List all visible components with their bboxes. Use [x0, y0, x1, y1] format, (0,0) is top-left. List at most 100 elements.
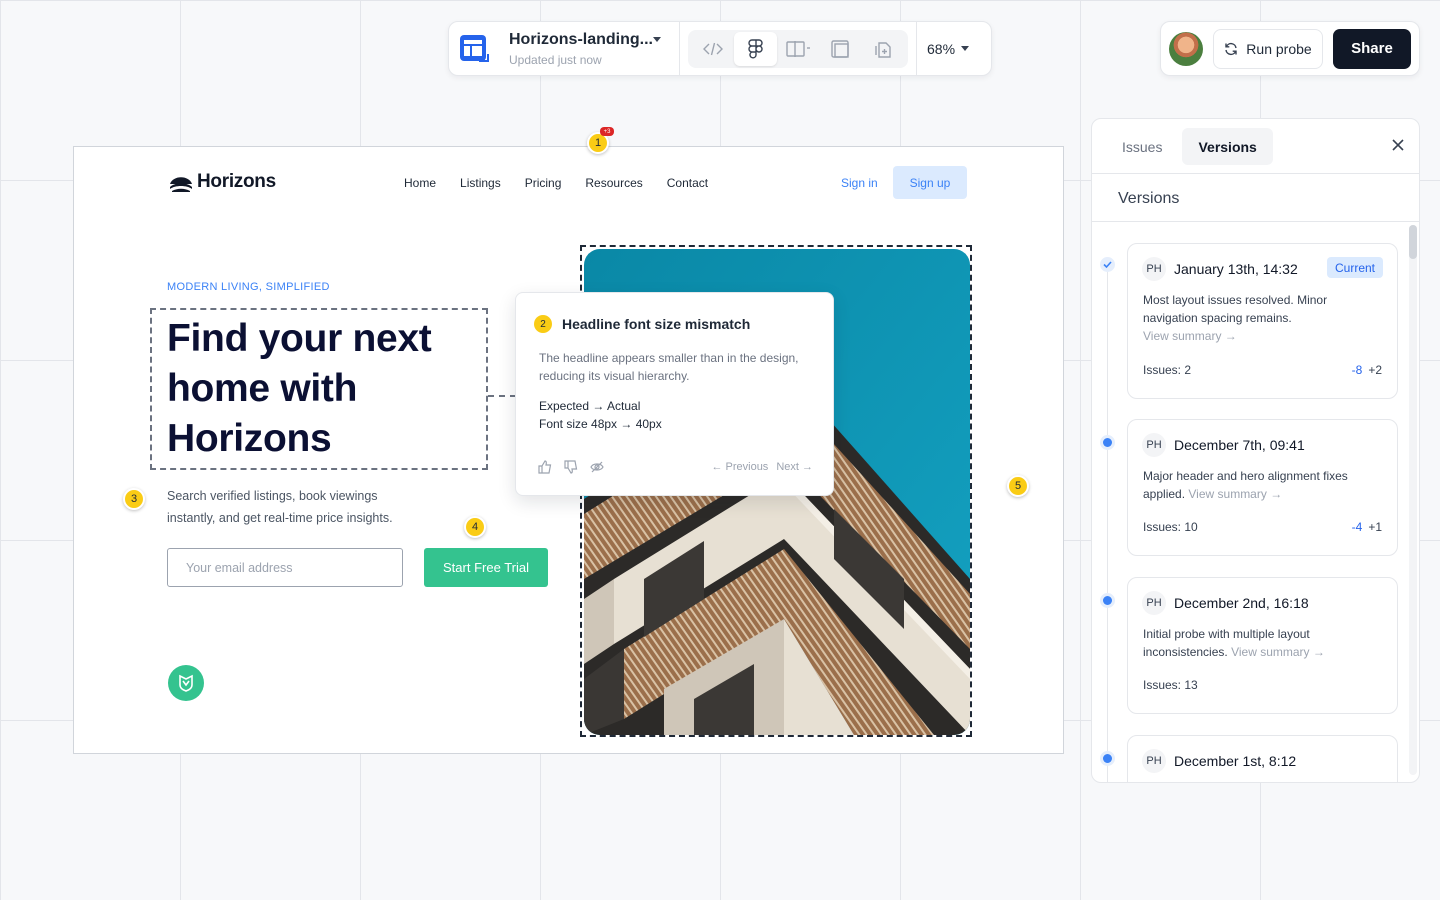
author-initials: PH — [1142, 433, 1166, 457]
site-logo-text: Horizons — [197, 171, 276, 192]
issue-marker-3[interactable]: 3 — [123, 488, 145, 510]
divider — [1092, 173, 1419, 174]
view-summary-link[interactable]: View summary → — [1143, 329, 1237, 343]
tab-issues[interactable]: Issues — [1106, 128, 1178, 165]
figma-view-button[interactable] — [734, 31, 777, 66]
app-logo-icon — [459, 34, 489, 64]
timeline-dot — [1100, 751, 1115, 766]
author-initials: PH — [1142, 257, 1166, 281]
code-view-button[interactable] — [692, 32, 734, 66]
issue-connector — [488, 395, 516, 397]
view-mode-switcher — [688, 29, 908, 68]
view-summary-link[interactable]: View summary → — [1231, 645, 1325, 659]
version-description: Most layout issues resolved. Minor navig… — [1143, 293, 1328, 325]
version-card[interactable]: PH December 7th, 09:41 Major header and … — [1127, 419, 1398, 556]
shield-check-icon — [179, 674, 193, 692]
nav-resources[interactable]: Resources — [585, 176, 642, 190]
site-nav: Home Listings Pricing Resources Contact — [404, 176, 708, 190]
overlay-view-button[interactable] — [819, 32, 861, 66]
issue-description: The headline appears smaller than in the… — [539, 351, 799, 383]
current-badge: Current — [1326, 257, 1383, 278]
issues-added: +1 — [1368, 520, 1382, 534]
hero-eyebrow: MODERN LIVING, SIMPLIFIED — [167, 281, 330, 293]
issues-resolved: -4 — [1351, 520, 1363, 534]
avatar[interactable] — [1169, 31, 1203, 66]
versions-panel: Issues Versions Versions PH January 13th… — [1091, 118, 1420, 783]
thumbs-down-icon[interactable] — [564, 460, 578, 474]
sign-up-button[interactable]: Sign up — [893, 166, 967, 199]
issue-title: Headline font size mismatch — [562, 316, 751, 332]
issue-count: Issues: 2 — [1143, 363, 1192, 377]
issues-added: +2 — [1368, 363, 1382, 377]
timeline-dot — [1100, 593, 1115, 608]
version-card[interactable]: PH December 2nd, 16:18 Initial probe wit… — [1127, 577, 1398, 714]
chevron-down-icon[interactable] — [653, 37, 661, 42]
version-date: January 13th, 14:32 — [1174, 261, 1298, 277]
split-view-button[interactable] — [777, 32, 819, 66]
nav-pricing[interactable]: Pricing — [525, 176, 562, 190]
share-button[interactable]: Share — [1333, 28, 1411, 69]
version-date: December 1st, 8:12 — [1174, 753, 1297, 769]
scrollbar[interactable] — [1409, 225, 1417, 775]
next-issue-link[interactable]: Next → — [776, 461, 813, 473]
current-version-check-icon — [1100, 257, 1115, 272]
issue-popover: 2 Headline font size mismatch The headli… — [515, 292, 834, 496]
file-info: Horizons-landing... Updated just now — [509, 31, 661, 67]
split-view-icon — [786, 40, 811, 57]
tab-versions[interactable]: Versions — [1182, 128, 1273, 165]
hero-subtext: Search verified listings, book viewings … — [167, 489, 393, 525]
popover-footer: ← Previous Next → — [538, 460, 813, 474]
refresh-icon — [1225, 42, 1237, 55]
figma-icon — [747, 38, 763, 59]
comparison-label: Expected → Actual — [539, 399, 641, 413]
thumbs-up-icon[interactable] — [538, 460, 552, 474]
issue-marker-5[interactable]: 5 — [1007, 475, 1029, 497]
sign-in-link[interactable]: Sign in — [841, 176, 878, 190]
author-initials: PH — [1142, 749, 1166, 773]
previous-issue-link[interactable]: ← Previous — [711, 461, 768, 473]
run-probe-label: Run probe — [1246, 40, 1312, 57]
issue-marker-4[interactable]: 4 — [464, 516, 486, 538]
chevron-down-icon — [961, 46, 970, 51]
hero-headline: Find your next home with Horizons — [167, 317, 432, 460]
bookmark-badge[interactable] — [168, 665, 204, 701]
code-icon — [703, 42, 724, 55]
view-summary-link[interactable]: View summary → — [1188, 487, 1282, 501]
divider — [679, 21, 680, 76]
comparison-value: Font size 48px → 40px — [539, 417, 662, 431]
scrollbar-thumb[interactable] — [1409, 225, 1417, 259]
timeline-dot — [1100, 435, 1115, 450]
horizons-logo-icon — [170, 177, 192, 192]
run-probe-button[interactable]: Run probe — [1213, 28, 1323, 69]
panel-tabs: Issues Versions — [1106, 128, 1273, 165]
export-icon — [875, 41, 891, 58]
nav-contact[interactable]: Contact — [667, 176, 708, 190]
start-free-trial-button[interactable]: Start Free Trial — [424, 548, 548, 587]
actions-bar: Run probe Share — [1160, 21, 1420, 76]
issue-count: Issues: 13 — [1143, 678, 1198, 692]
zoom-dropdown[interactable]: 68% — [916, 21, 970, 76]
issue-comparison: Expected → Actual Font size 48px → 40px — [539, 397, 662, 433]
overlay-icon — [831, 39, 850, 58]
close-icon[interactable] — [1391, 138, 1405, 157]
timeline-line — [1107, 265, 1108, 782]
issue-number: 2 — [534, 315, 552, 333]
site-logo[interactable]: Horizons — [169, 171, 276, 193]
export-view-button[interactable] — [862, 32, 904, 66]
file-toolbar: Horizons-landing... Updated just now 68% — [448, 21, 992, 76]
version-card[interactable]: PH December 1st, 8:12 — [1127, 735, 1398, 782]
eye-off-icon[interactable] — [590, 460, 604, 474]
issues-resolved: -8 — [1351, 363, 1363, 377]
panel-heading: Versions — [1118, 190, 1180, 207]
file-name[interactable]: Horizons-landing... — [509, 31, 653, 49]
nav-home[interactable]: Home — [404, 176, 436, 190]
version-date: December 7th, 09:41 — [1174, 437, 1305, 453]
author-initials: PH — [1142, 591, 1166, 615]
nav-listings[interactable]: Listings — [460, 176, 501, 190]
issue-count-badge: +3 — [600, 127, 614, 136]
issue-count: Issues: 10 — [1143, 520, 1198, 534]
email-field[interactable] — [167, 548, 403, 587]
version-card[interactable]: PH January 13th, 14:32 Current Most layo… — [1127, 243, 1398, 399]
version-date: December 2nd, 16:18 — [1174, 595, 1309, 611]
file-status: Updated just now — [509, 52, 602, 67]
